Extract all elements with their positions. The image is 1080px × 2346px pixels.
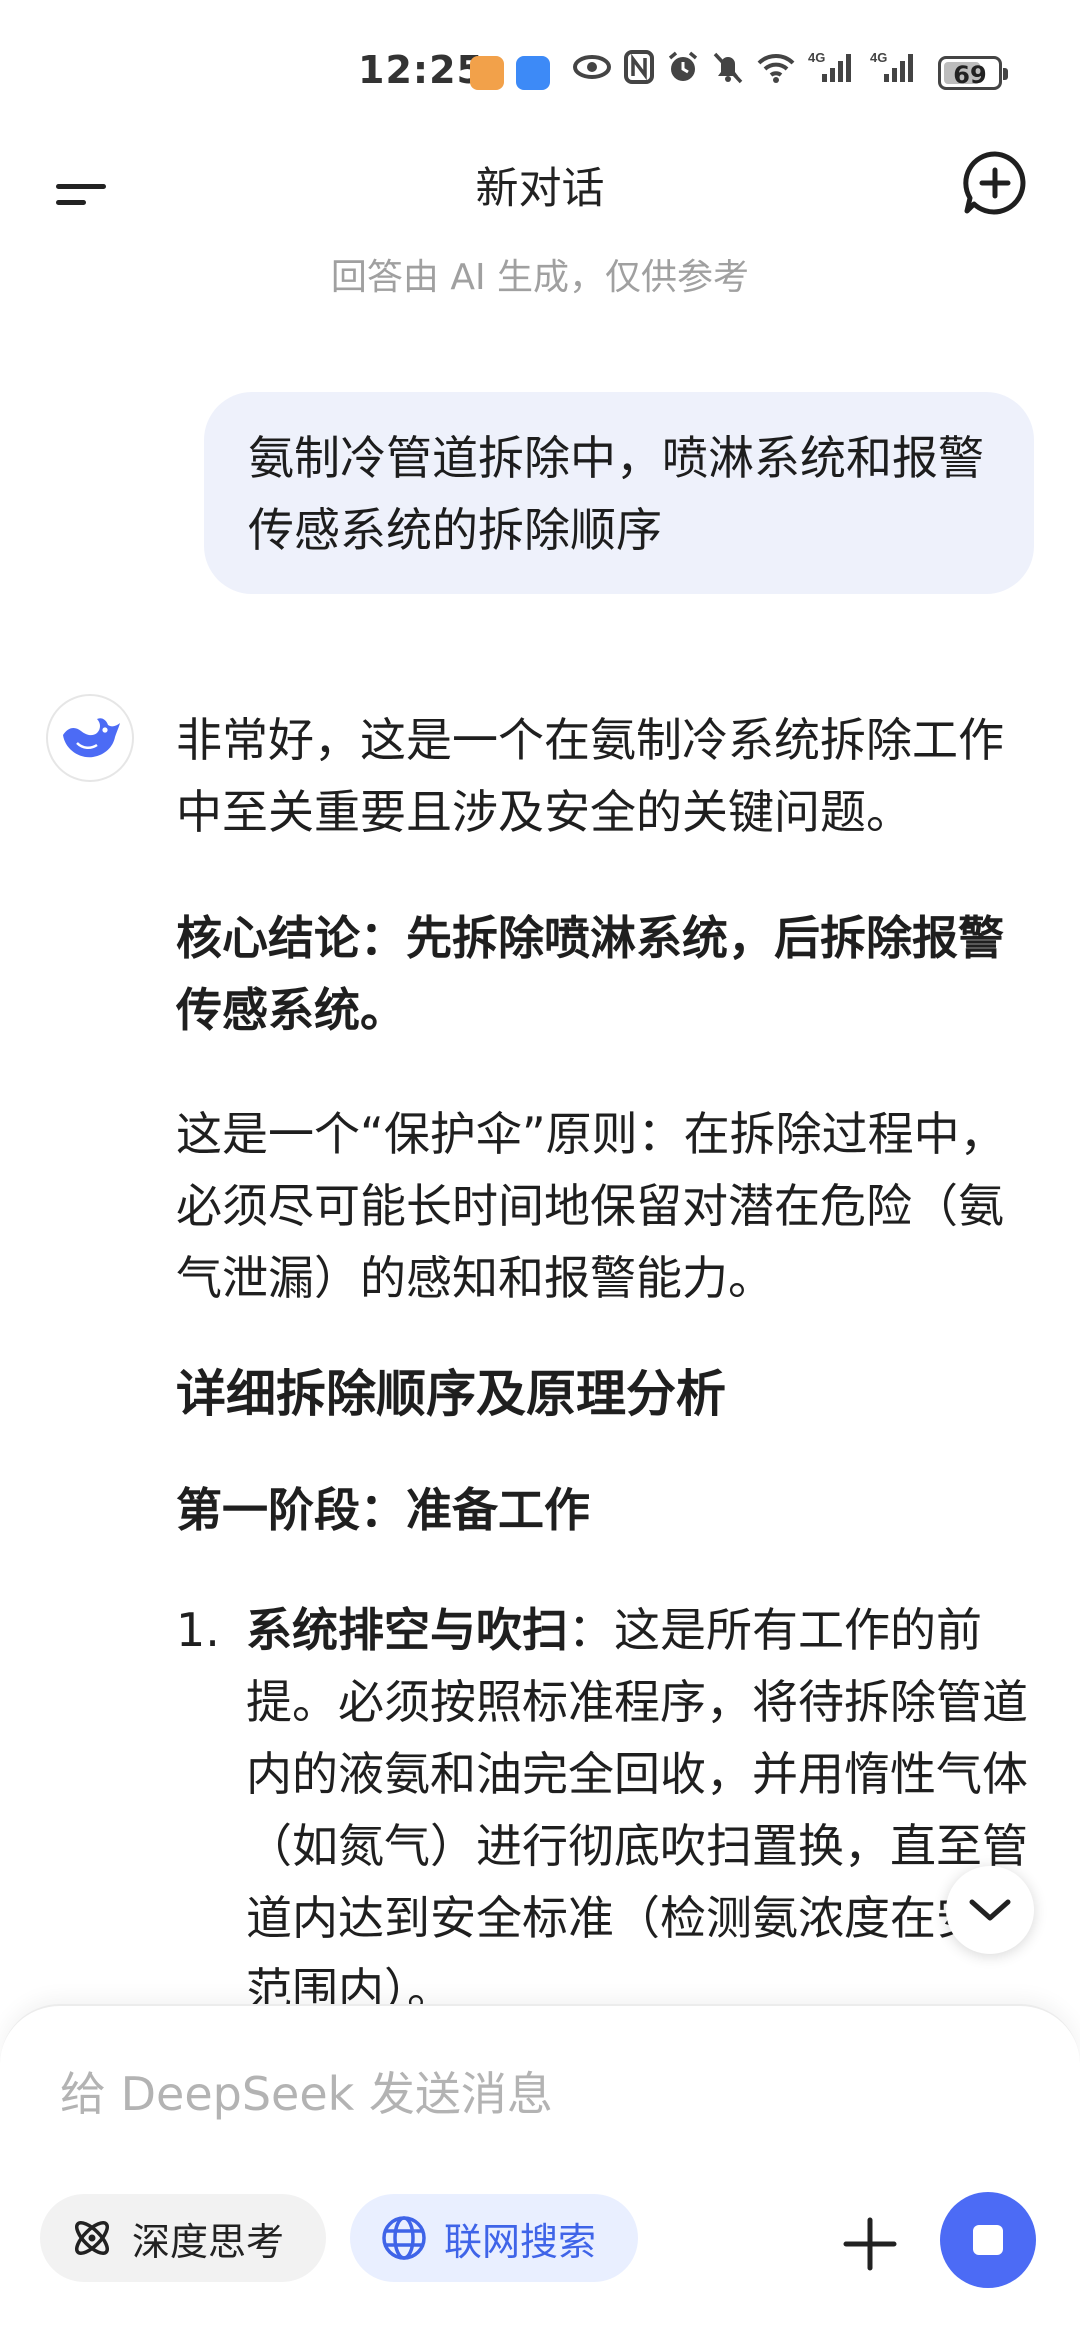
- disclaimer-text: 回答由 AI 生成，仅供参考: [330, 257, 750, 298]
- app-header: 新对话: [0, 140, 1080, 240]
- battery-level: 69: [953, 61, 987, 89]
- list-item-text: ：这是所有工作的前提。必须按照标准程序，将待拆除管道内的液氨和油完全回收，并用惰…: [246, 1603, 1028, 2017]
- mute-icon: [713, 52, 743, 84]
- deepseek-whale-icon: [63, 718, 120, 758]
- alarm-icon: [668, 51, 698, 81]
- new-chat-button[interactable]: [960, 148, 1030, 218]
- wifi-icon: [757, 53, 795, 83]
- signal-icon-2: 4G: [870, 50, 913, 82]
- new-chat-icon: [963, 151, 1026, 215]
- section-heading: 详细拆除顺序及原理分析: [176, 1365, 726, 1423]
- stop-icon: [973, 2225, 1003, 2255]
- chevron-down-icon: [969, 1899, 1011, 1921]
- page-title: 新对话: [475, 164, 605, 214]
- network-label-2: 4G: [870, 50, 887, 65]
- status-bar: 12:25 4G 4G 69: [0, 0, 1080, 150]
- phase-heading: 第一阶段：准备工作: [176, 1483, 590, 1537]
- status-icons: 4G 4G: [572, 50, 920, 84]
- signal-icon: 4G: [808, 50, 851, 82]
- network-label: 4G: [808, 50, 825, 65]
- stop-generation-button[interactable]: [940, 2192, 1036, 2288]
- scroll-to-bottom-button[interactable]: [946, 1866, 1034, 1954]
- assistant-answer: 非常好，这是一个在氨制冷系统拆除工作中至关重要且涉及安全的关键问题。 核心结论：…: [176, 704, 1038, 2026]
- eye-icon: [573, 55, 611, 79]
- assistant-avatar: [46, 694, 134, 782]
- battery-indicator: 69: [938, 56, 1008, 90]
- answer-principle: 这是一个“保护伞”原则：在拆除过程中，必须尽可能长时间地保留对潜在危险（氨气泄漏…: [176, 1107, 1006, 1305]
- message-composer: 给 DeepSeek 发送消息 深度思考 联网搜索: [0, 2004, 1080, 2346]
- deep-think-label: 深度思考: [132, 2219, 285, 2264]
- list-number: 1.: [176, 1603, 220, 1657]
- app-notification-icon-2: [516, 56, 550, 90]
- status-time: 12:25: [358, 48, 484, 92]
- globe-icon: [382, 2216, 426, 2260]
- user-message-bubble[interactable]: 氨制冷管道拆除中，喷淋系统和报警传感系统的拆除顺序: [204, 392, 1034, 594]
- atom-icon: [75, 2221, 109, 2255]
- attach-button[interactable]: [842, 2216, 898, 2272]
- list-item: 1. 系统排空与吹扫：这是所有工作的前提。必须按照标准程序，将待拆除管道内的液氨…: [176, 1594, 1038, 2026]
- deep-think-toggle[interactable]: 深度思考: [40, 2194, 326, 2282]
- web-search-label: 联网搜索: [444, 2219, 597, 2264]
- app-notification-icon: [470, 56, 504, 90]
- nfc-icon: [624, 50, 654, 84]
- answer-conclusion: 核心结论：先拆除喷淋系统，后拆除报警传感系统。: [176, 911, 1004, 1037]
- web-search-toggle[interactable]: 联网搜索: [350, 2194, 638, 2282]
- message-input[interactable]: 给 DeepSeek 发送消息: [60, 2058, 553, 2124]
- answer-intro: 非常好，这是一个在氨制冷系统拆除工作中至关重要且涉及安全的关键问题。: [176, 713, 1004, 839]
- plus-icon: [843, 2217, 897, 2271]
- list-item-title: 系统排空与吹扫: [246, 1603, 568, 1657]
